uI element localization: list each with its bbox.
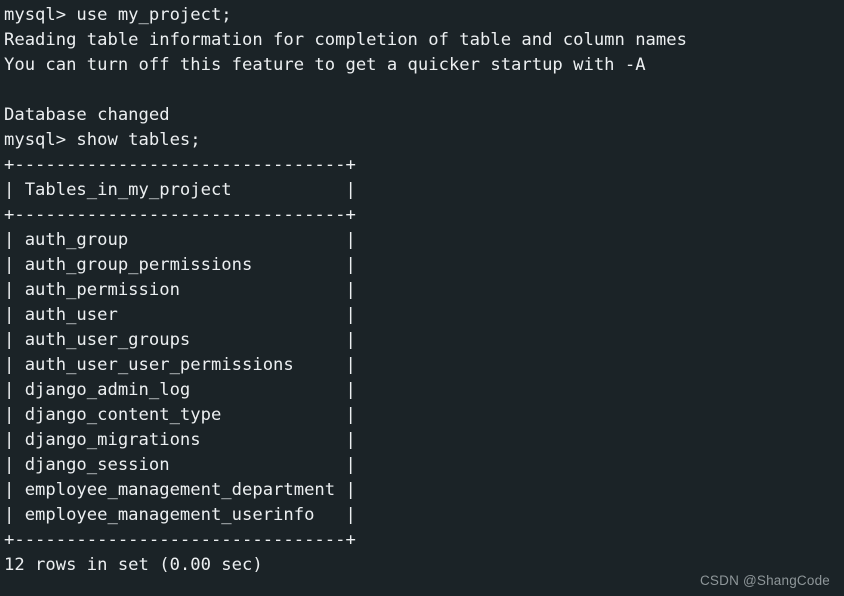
terminal-window[interactable]: mysql> use my_project; Reading table inf… bbox=[0, 0, 844, 596]
csdn-watermark: CSDN @ShangCode bbox=[699, 573, 830, 588]
console-output: mysql> use my_project; Reading table inf… bbox=[4, 5, 687, 575]
